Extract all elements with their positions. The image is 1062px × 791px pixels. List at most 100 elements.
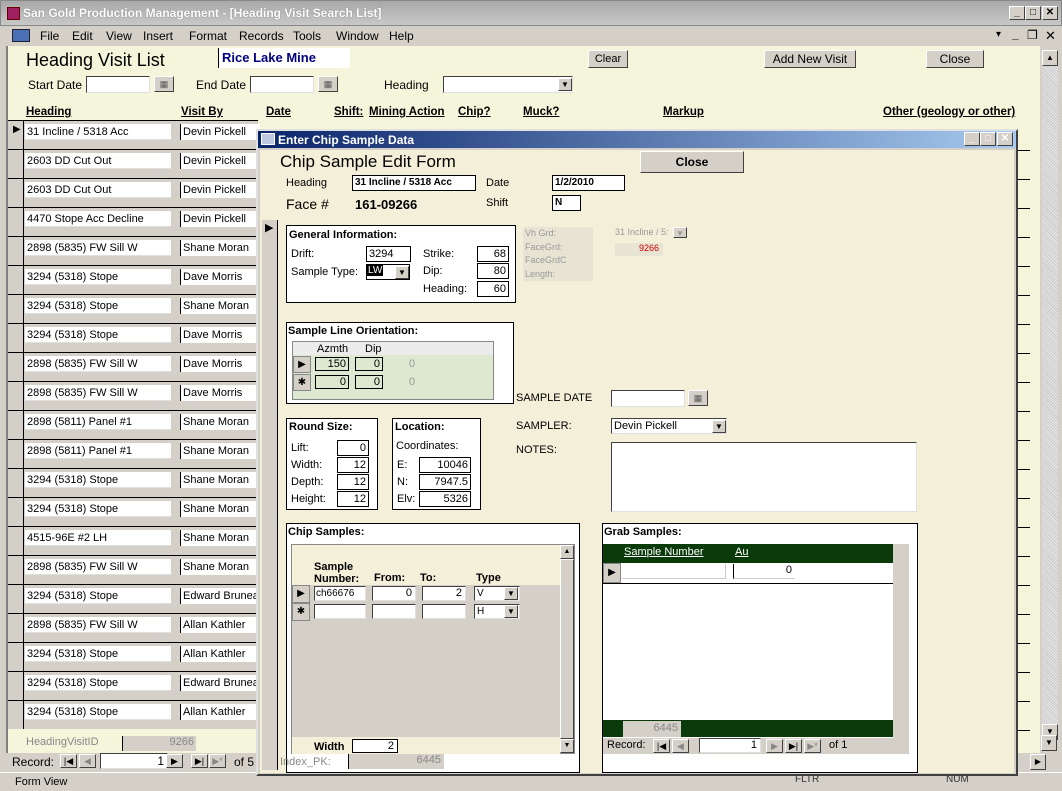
doc-minimize-icon[interactable]: _ xyxy=(1012,27,1019,41)
table-row[interactable]: 2898 (5835) FW Sill W Allan Kathler xyxy=(8,613,260,642)
row-selector[interactable] xyxy=(8,614,24,642)
column-markup[interactable]: Markup xyxy=(663,106,704,118)
visit-by-cell[interactable]: Shane Moran xyxy=(180,530,260,546)
help-dropdown-icon[interactable]: ▾ xyxy=(996,29,1001,40)
table-row[interactable]: 3294 (5318) Stope Shane Moran xyxy=(8,468,260,497)
row-selector[interactable] xyxy=(8,469,24,497)
heading-cell[interactable]: 3294 (5318) Stope xyxy=(25,501,171,517)
clear-button[interactable]: Clear xyxy=(588,50,628,68)
width-field[interactable]: 12 xyxy=(337,457,369,473)
heading-cell[interactable]: 3294 (5318) Stope xyxy=(25,327,171,343)
grab-sample-number-field[interactable] xyxy=(622,564,726,579)
visit-by-cell[interactable]: Dave Morris xyxy=(180,356,260,372)
sampler-combo[interactable]: Devin Pickell xyxy=(611,418,727,434)
visit-by-cell[interactable]: Edward Brunea xyxy=(180,675,260,691)
table-row[interactable]: 3294 (5318) Stope Shane Moran xyxy=(8,294,260,323)
visit-by-cell[interactable]: Allan Kathler xyxy=(180,646,260,662)
heading-field[interactable]: 31 Incline / 5318 Acc xyxy=(352,175,476,191)
table-row[interactable]: 2898 (5835) FW Sill W Shane Moran xyxy=(8,236,260,265)
row-selector[interactable] xyxy=(8,585,24,613)
table-row[interactable]: 3294 (5318) Stope Shane Moran xyxy=(8,497,260,526)
row-selector[interactable] xyxy=(8,643,24,671)
dip-orient-field[interactable]: 0 xyxy=(355,357,383,371)
menu-format[interactable]: Format xyxy=(189,29,227,43)
row-selector[interactable] xyxy=(8,179,24,207)
heading-cell[interactable]: 2898 (5835) FW Sill W xyxy=(25,240,171,256)
dialog-close-button[interactable]: Close xyxy=(640,151,744,173)
menu-file[interactable]: File xyxy=(40,29,59,43)
sampler-dropdown-icon[interactable]: ▼ xyxy=(712,420,726,433)
column-other[interactable]: Other (geology or other) xyxy=(883,106,1015,118)
visit-by-cell[interactable]: Dave Morris xyxy=(180,327,260,343)
date-field[interactable]: 1/2/2010 xyxy=(552,175,625,191)
grab-record-number-input[interactable]: 1 xyxy=(699,738,761,753)
visit-by-cell[interactable]: Shane Moran xyxy=(180,472,260,488)
chip-type-dropdown-icon[interactable]: ▼ xyxy=(504,587,518,600)
main-scroll-down-icon[interactable]: ▼ xyxy=(1041,735,1057,751)
grab-previous-record-icon[interactable]: ◀ xyxy=(672,739,689,753)
visit-by-cell[interactable]: Shane Moran xyxy=(180,559,260,575)
orientation-row-selector[interactable]: ✱ xyxy=(293,374,311,391)
chip-scroll-up-icon[interactable]: ▲ xyxy=(560,545,574,559)
heading-cell[interactable]: 3294 (5318) Stope xyxy=(25,588,171,604)
column-visit-by[interactable]: Visit By xyxy=(181,106,223,118)
heading-cell[interactable]: 4515-96E #2 LH xyxy=(25,530,171,546)
elevation-field[interactable]: 5326 xyxy=(419,491,471,507)
row-selector[interactable] xyxy=(8,237,24,265)
chip-from-field[interactable]: 0 xyxy=(372,586,416,601)
start-date-input[interactable] xyxy=(86,76,150,93)
table-row[interactable]: ▶ 31 Incline / 5318 Acc Devin Pickell xyxy=(8,120,260,149)
add-new-visit-button[interactable]: Add New Visit xyxy=(764,50,856,68)
visit-by-cell[interactable]: Allan Kathler xyxy=(180,617,260,633)
heading-cell[interactable]: 4470 Stope Acc Decline xyxy=(25,211,171,227)
chip-row-selector[interactable]: ▶ xyxy=(292,585,310,603)
heading-lookup-dropdown-icon[interactable]: ▼ xyxy=(673,227,687,238)
row-selector[interactable] xyxy=(8,411,24,439)
list-vertical-scrollbar[interactable]: ▲ ▼ xyxy=(1042,50,1058,740)
chip-row-selector[interactable]: ✱ xyxy=(292,603,310,621)
table-row[interactable]: 2898 (5811) Panel #1 Shane Moran xyxy=(8,439,260,468)
new-record-icon[interactable]: ▶* xyxy=(209,754,226,768)
notes-textarea[interactable] xyxy=(611,442,917,512)
heading-cell[interactable]: 2898 (5835) FW Sill W xyxy=(25,356,171,372)
table-row[interactable]: 2603 DD Cut Out Devin Pickell xyxy=(8,178,260,207)
chip-type-dropdown-icon[interactable]: ▼ xyxy=(504,605,518,618)
chip-sample-number-field[interactable]: ch66676 xyxy=(314,586,366,601)
menu-help[interactable]: Help xyxy=(389,29,414,43)
row-selector[interactable] xyxy=(8,440,24,468)
heading-cell[interactable]: 2898 (5835) FW Sill W xyxy=(25,385,171,401)
row-selector[interactable] xyxy=(8,556,24,584)
visit-by-cell[interactable]: Devin Pickell xyxy=(180,182,260,198)
table-row[interactable]: 2898 (5835) FW Sill W Dave Morris xyxy=(8,352,260,381)
heading-cell[interactable]: 3294 (5318) Stope xyxy=(25,269,171,285)
menu-window[interactable]: Window xyxy=(336,29,379,43)
column-mining-action[interactable]: Mining Action xyxy=(369,106,445,118)
northing-field[interactable]: 7947.5 xyxy=(419,474,471,490)
heading-cell[interactable]: 3294 (5318) Stope xyxy=(25,472,171,488)
strike-field[interactable]: 68 xyxy=(477,246,509,262)
dip-orient-field[interactable]: 0 xyxy=(355,375,383,389)
row-selector[interactable]: ▶ xyxy=(8,121,24,149)
orientation-row-selector[interactable]: ▶ xyxy=(293,356,311,373)
heading-cell[interactable]: 2898 (5811) Panel #1 xyxy=(25,443,171,459)
row-selector[interactable] xyxy=(8,353,24,381)
grab-new-record-icon[interactable]: ▶* xyxy=(804,739,821,753)
visit-by-cell[interactable]: Shane Moran xyxy=(180,443,260,459)
heading-cell[interactable]: 3294 (5318) Stope xyxy=(25,704,171,720)
table-row[interactable]: 3294 (5318) Stope Dave Morris xyxy=(8,265,260,294)
heading-cell[interactable]: 2898 (5835) FW Sill W xyxy=(25,559,171,575)
grab-row-selector-icon[interactable]: ▶ xyxy=(603,563,621,583)
chip-sample-number-field[interactable] xyxy=(314,604,366,619)
sample-type-dropdown-icon[interactable]: ▼ xyxy=(395,266,409,279)
row-selector[interactable] xyxy=(8,208,24,236)
table-row[interactable]: 2898 (5835) FW Sill W Shane Moran xyxy=(8,555,260,584)
drift-field[interactable]: 3294 xyxy=(366,246,411,262)
menu-view[interactable]: View xyxy=(106,29,132,43)
visit-by-cell[interactable]: Devin Pickell xyxy=(180,124,260,140)
visit-by-cell[interactable]: Shane Moran xyxy=(180,240,260,256)
end-date-calendar-icon[interactable]: ▦ xyxy=(318,76,338,92)
row-selector[interactable] xyxy=(8,382,24,410)
previous-record-icon[interactable]: ◀ xyxy=(79,754,96,768)
table-row[interactable]: 3294 (5318) Stope Edward Brunea xyxy=(8,584,260,613)
table-row[interactable]: 3294 (5318) Stope Allan Kathler xyxy=(8,700,260,729)
